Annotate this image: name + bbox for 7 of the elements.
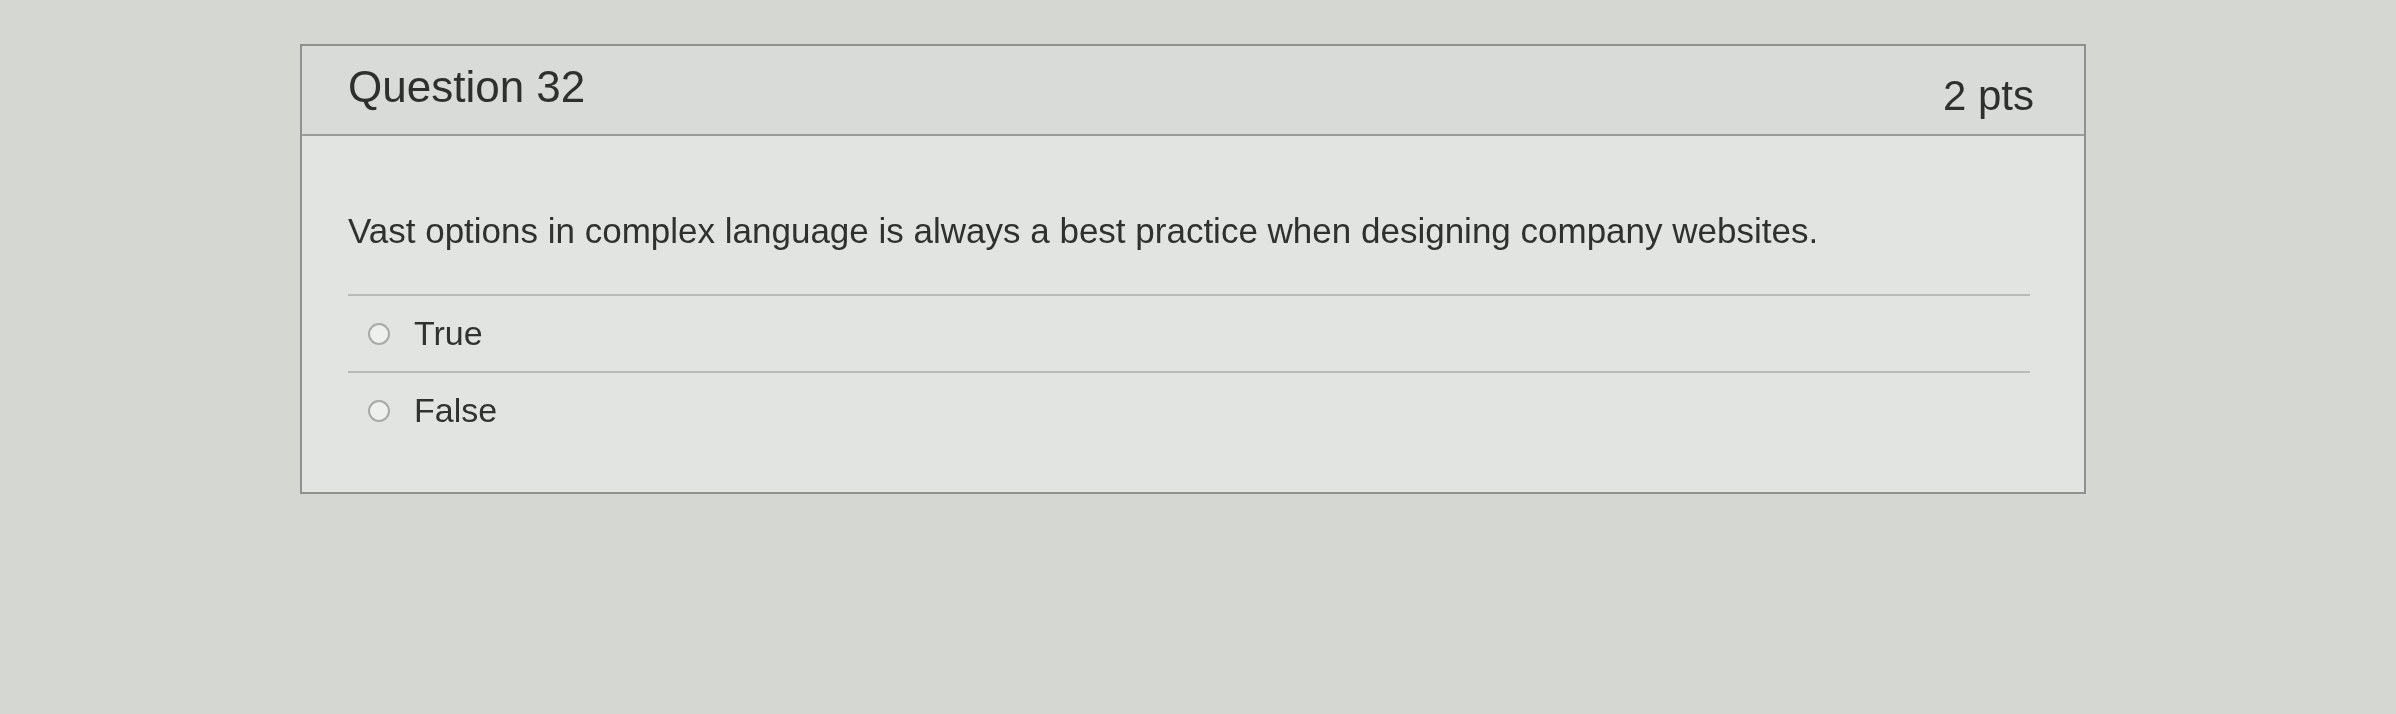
radio-button[interactable]: [368, 399, 390, 422]
answer-label[interactable]: False: [414, 391, 498, 430]
points-label: 2 pts: [1942, 72, 2034, 120]
answer-label[interactable]: True: [414, 314, 483, 353]
question-title: Question 32: [348, 62, 586, 112]
radio-button[interactable]: [368, 322, 390, 345]
question-text: Vast options in complex language is always a best practice when designing company websites.: [348, 210, 1820, 252]
